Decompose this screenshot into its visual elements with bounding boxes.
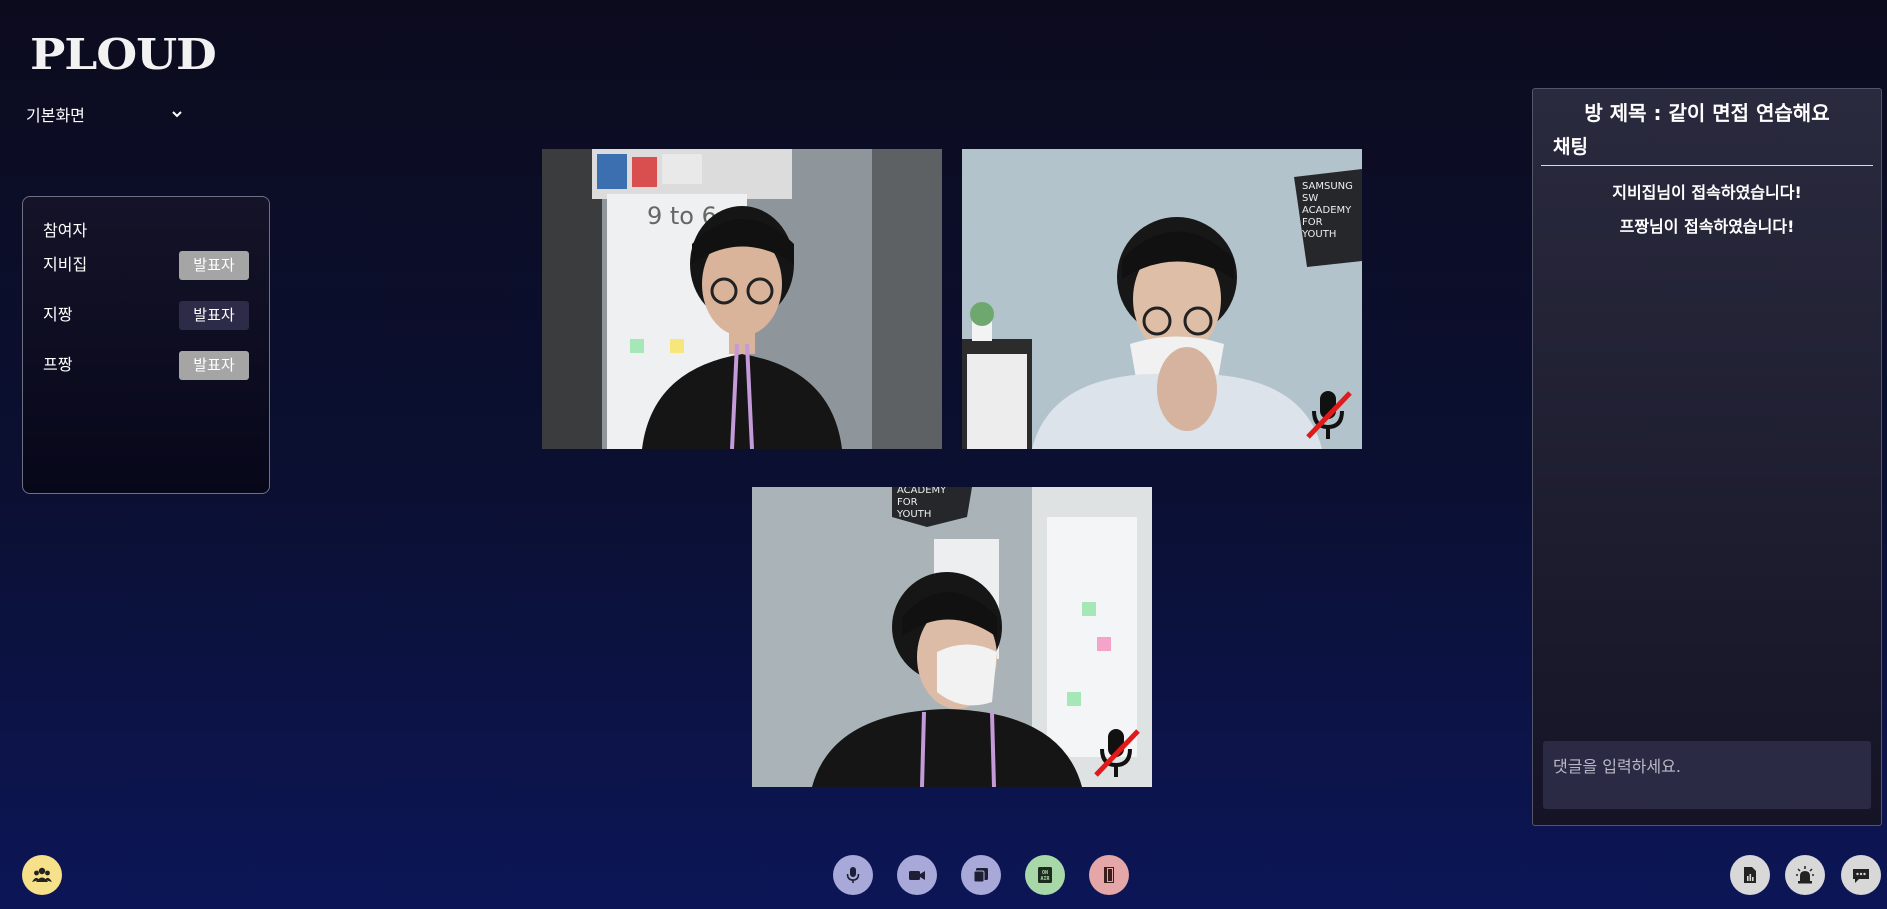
participant-name: 지비집	[43, 255, 88, 274]
sign-line-3: ACADEMY	[1302, 205, 1352, 216]
microphone-button[interactable]	[833, 855, 873, 895]
camera-icon	[909, 871, 925, 880]
chat-message-list: 지비집님이 접속하였습니다! 프짱님이 접속하였습니다!	[1533, 176, 1881, 244]
app-logo: PLOUD	[30, 30, 217, 79]
presenter-button[interactable]: 발표자	[179, 251, 249, 280]
report-icon	[1744, 867, 1756, 883]
participant-video-1: 9 to 6	[542, 149, 942, 449]
exit-door-icon	[1104, 867, 1114, 883]
participant-name: 지짱	[43, 305, 73, 324]
alert-button[interactable]	[1785, 855, 1825, 895]
sign-line-1: ACADEMY	[897, 487, 947, 496]
on-air-icon: ON AIR	[1038, 867, 1052, 883]
participant-video-3: ACADEMY FOR YOUTH	[752, 487, 1152, 787]
sign-line-5: YOUTH	[1301, 229, 1336, 240]
participant-row: 지짱 발표자	[43, 301, 249, 351]
sign-line-1: SAMSUNG	[1302, 181, 1353, 192]
room-title: 방 제목 : 같이 면접 연습해요	[1584, 101, 1830, 125]
microphone-muted-icon	[1306, 391, 1352, 439]
chat-panel: 방 제목 : 같이 면접 연습해요 채팅 지비집님이 접속하였습니다! 프짱님이…	[1532, 88, 1882, 826]
screen-share-button[interactable]	[961, 855, 1001, 895]
view-mode-value: 기본화면	[26, 106, 85, 125]
chat-input[interactable]	[1543, 741, 1871, 809]
sign-line-3: YOUTH	[896, 509, 931, 520]
participants-title: 참여자	[43, 221, 88, 240]
chat-message: 지비집님이 접속하였습니다!	[1612, 183, 1802, 202]
video-feed-image: 9 to 6	[542, 149, 942, 449]
siren-icon	[1796, 866, 1814, 884]
participant-row: 지비집 발표자	[43, 251, 249, 301]
exit-room-button[interactable]	[1089, 855, 1129, 895]
chevron-down-icon	[172, 111, 182, 118]
chat-divider	[1541, 165, 1873, 166]
sign-line-2: SW	[1302, 193, 1318, 204]
sign-line-2: FOR	[897, 497, 918, 508]
participants-panel: 참여자 지비집 발표자 지짱 발표자 프짱 발표자	[22, 196, 270, 494]
presenter-button[interactable]: 발표자	[179, 351, 249, 380]
microphone-muted-icon	[1094, 729, 1140, 777]
sign-line-4: FOR	[1302, 217, 1323, 228]
report-button[interactable]	[1730, 855, 1770, 895]
chat-heading: 채팅	[1553, 136, 1588, 158]
participant-row: 프짱 발표자	[43, 351, 249, 401]
presenter-button[interactable]: 발표자	[179, 301, 249, 330]
video-feed-image: SAMSUNG SW ACADEMY FOR YOUTH	[962, 149, 1362, 449]
participants-toggle-button[interactable]	[22, 855, 62, 895]
chat-message: 프짱님이 접속하였습니다!	[1619, 217, 1795, 236]
svg-text:AIR: AIR	[1040, 876, 1050, 882]
chat-toggle-button[interactable]	[1841, 855, 1881, 895]
on-air-button[interactable]: ON AIR	[1025, 855, 1065, 895]
participants-icon	[32, 867, 52, 882]
participant-video-2: SAMSUNG SW ACADEMY FOR YOUTH	[962, 149, 1362, 449]
participant-name: 프짱	[43, 355, 73, 374]
screen-share-icon	[973, 868, 988, 883]
chat-icon	[1853, 869, 1869, 883]
view-mode-select[interactable]: 기본화면	[26, 102, 184, 126]
camera-button[interactable]	[897, 855, 937, 895]
microphone-icon	[846, 867, 860, 883]
